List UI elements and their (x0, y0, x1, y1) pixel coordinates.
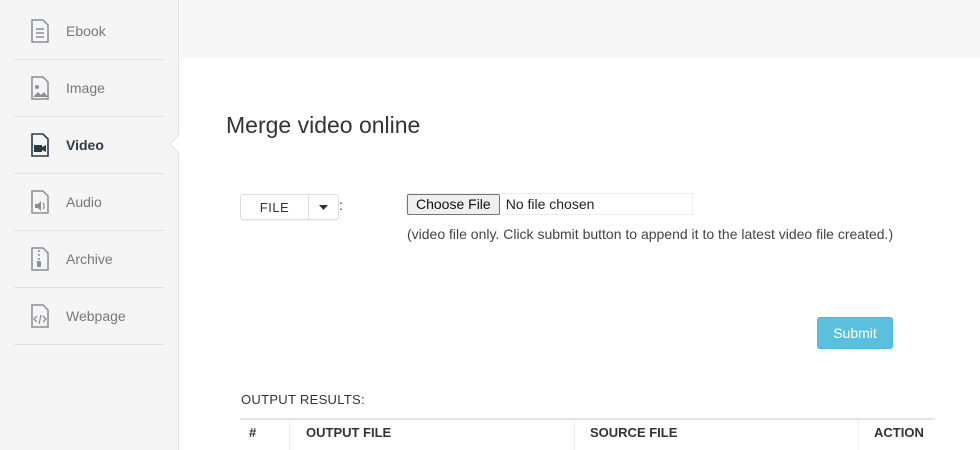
column-divider (574, 420, 575, 450)
column-divider (289, 420, 290, 450)
chevron-down-icon[interactable] (309, 195, 338, 219)
page-title: Merge video online (226, 112, 421, 138)
ebook-icon (28, 19, 52, 43)
help-text: (video file only. Click submit button to… (407, 226, 894, 242)
file-input[interactable]: Choose File No file chosen (406, 193, 693, 215)
field-separator: : (339, 197, 343, 213)
audio-icon (28, 190, 52, 214)
source-selector[interactable]: FILE (240, 194, 339, 220)
sidebar-item-label: Archive (66, 251, 113, 267)
sidebar-item-archive[interactable]: Archive (14, 231, 164, 288)
column-header-source-file: SOURCE FILE (590, 425, 678, 440)
sidebar-item-audio[interactable]: Audio (14, 174, 164, 231)
sidebar: Ebook Image Video Audio Archive Webpage (0, 0, 179, 450)
sidebar-item-webpage[interactable]: Webpage (14, 288, 164, 345)
output-results-label: OUTPUT RESULTS: (241, 392, 365, 407)
sidebar-item-label: Webpage (66, 308, 126, 324)
column-header-index: # (249, 425, 257, 440)
column-header-output-file: OUTPUT FILE (306, 425, 392, 440)
file-status: No file chosen (505, 196, 595, 212)
sidebar-item-image[interactable]: Image (14, 60, 164, 117)
submit-button[interactable]: Submit (817, 317, 893, 349)
sidebar-item-ebook[interactable]: Ebook (14, 3, 164, 60)
top-banner-area (180, 0, 980, 58)
sidebar-item-label: Ebook (66, 23, 106, 39)
archive-icon (28, 247, 52, 271)
video-icon (28, 133, 52, 157)
source-selector-label[interactable]: FILE (241, 195, 309, 219)
webpage-icon (28, 304, 52, 328)
sidebar-item-label: Audio (66, 194, 102, 210)
sidebar-item-label: Image (66, 80, 105, 96)
image-icon (28, 76, 52, 100)
choose-file-button[interactable]: Choose File (407, 193, 500, 215)
column-header-action: ACTION (874, 425, 924, 440)
sidebar-item-label: Video (66, 137, 104, 153)
column-divider (858, 420, 859, 450)
results-table (240, 418, 935, 420)
sidebar-item-video[interactable]: Video (14, 117, 164, 174)
